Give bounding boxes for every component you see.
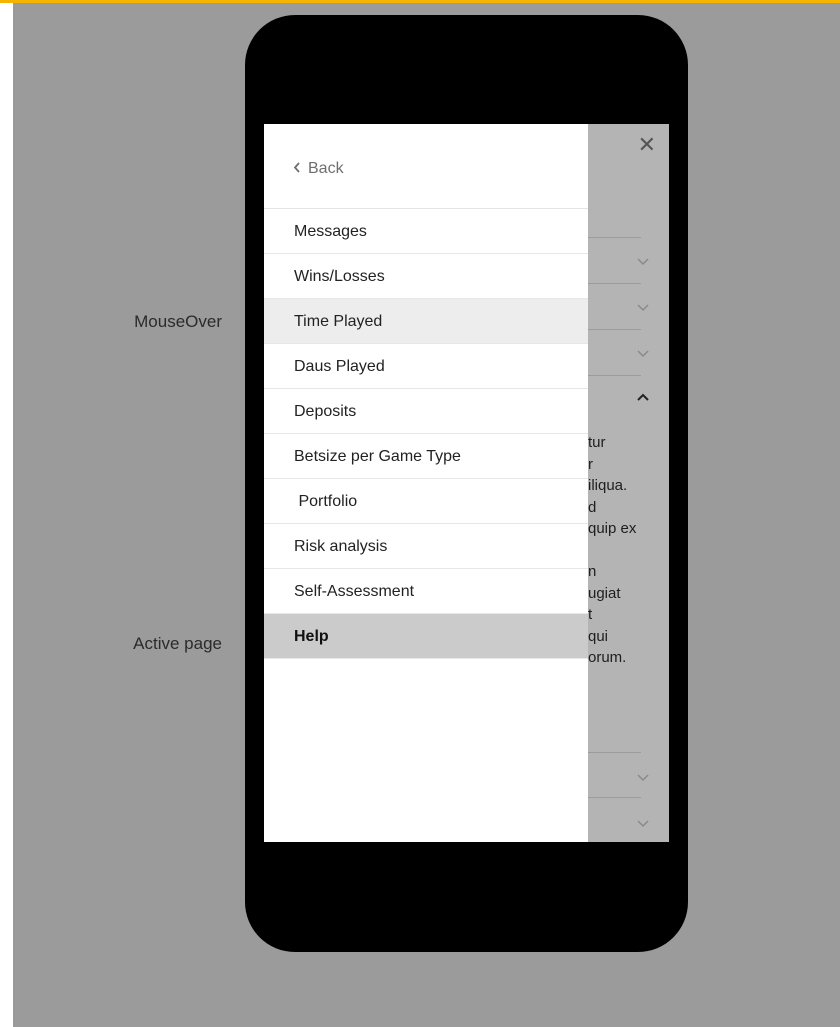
background-paragraph-text: tur r iliqua. d quip ex n ugiat t qui or… bbox=[588, 434, 637, 666]
chevron-up-icon[interactable] bbox=[637, 390, 649, 404]
menu-item-betsize-per-game-type[interactable]: Betsize per Game Type bbox=[264, 434, 588, 479]
accordion-divider bbox=[588, 752, 641, 753]
accordion-divider bbox=[588, 375, 641, 376]
back-label: Back bbox=[308, 160, 344, 177]
menu-item-daus-played[interactable]: Daus Played bbox=[264, 344, 588, 389]
menu-item-time-played[interactable]: Time Played bbox=[264, 299, 588, 344]
accordion-divider bbox=[588, 329, 641, 330]
menu-item-wins-losses[interactable]: Wins/Losses bbox=[264, 254, 588, 299]
mouseover-annotation: MouseOver bbox=[134, 312, 222, 331]
chevron-down-icon[interactable] bbox=[637, 300, 649, 314]
accordion-divider bbox=[588, 283, 641, 284]
menu-item-help[interactable]: Help bbox=[264, 614, 588, 659]
chevron-left-icon bbox=[293, 162, 300, 173]
menu-item-messages[interactable]: Messages bbox=[264, 209, 588, 254]
chevron-down-icon[interactable] bbox=[637, 816, 649, 830]
close-icon[interactable]: ✕ bbox=[638, 134, 656, 156]
menu-item-self-assessment[interactable]: Self-Assessment bbox=[264, 569, 588, 614]
back-row: Back bbox=[264, 124, 588, 209]
menu-item-deposits[interactable]: Deposits bbox=[264, 389, 588, 434]
phone-screen: ✕ tur r iliqua. d quip ex n ugiat t qui … bbox=[264, 124, 669, 842]
drawer-menu: Messages Wins/Losses Time Played Daus Playe… bbox=[264, 209, 588, 659]
menu-item-portfolio[interactable]: Portfolio bbox=[264, 479, 588, 524]
chevron-down-icon[interactable] bbox=[637, 346, 649, 360]
chevron-down-icon[interactable] bbox=[637, 254, 649, 268]
active-page-annotation: Active page bbox=[133, 634, 222, 653]
navigation-drawer: Back Messages Wins/Losses Time Played Daus … bbox=[264, 124, 588, 842]
menu-item-risk-analysis[interactable]: Risk analysis bbox=[264, 524, 588, 569]
accordion-divider bbox=[588, 797, 641, 798]
accordion-divider bbox=[588, 237, 641, 238]
chevron-down-icon[interactable] bbox=[637, 770, 649, 784]
back-button[interactable]: Back bbox=[293, 160, 344, 178]
accent-top-bar bbox=[0, 0, 840, 3]
left-margin-strip bbox=[0, 3, 13, 1027]
